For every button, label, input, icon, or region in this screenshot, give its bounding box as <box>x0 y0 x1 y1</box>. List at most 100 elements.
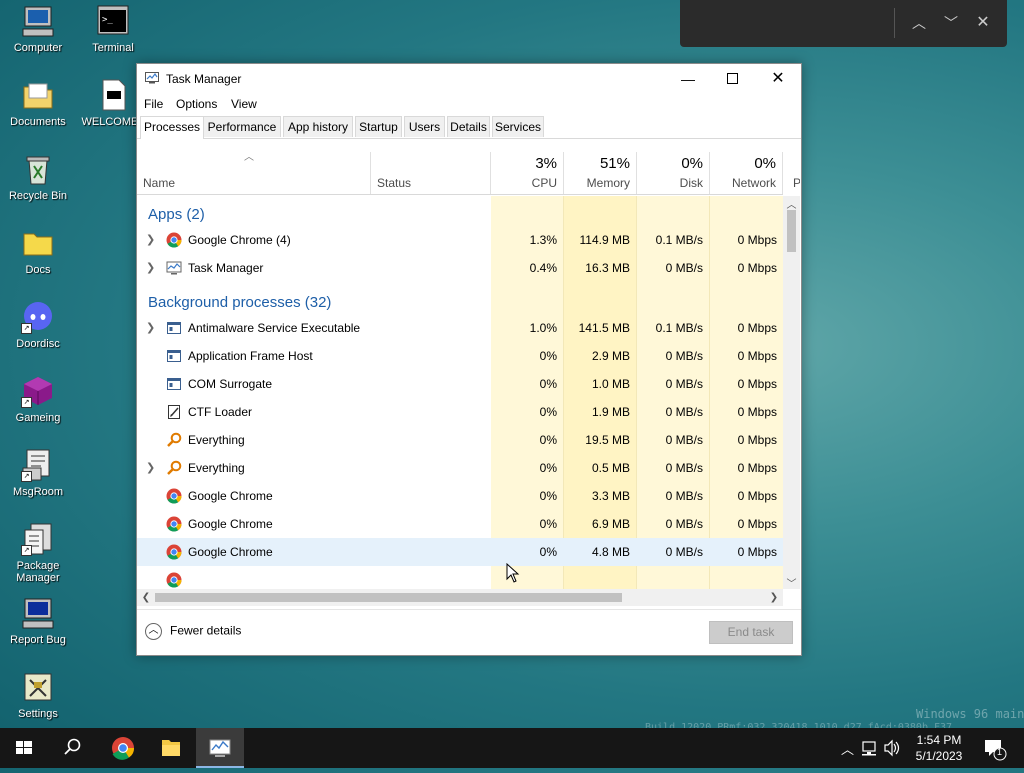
expand-chevron-icon[interactable]: ❯ <box>146 261 155 274</box>
process-row[interactable]: ❯ Everything 0% 0.5 MB 0 MB/s 0 Mbps <box>137 454 783 482</box>
tab-users[interactable]: Users <box>404 116 445 137</box>
process-row[interactable]: ❯ Antimalware Service Executable 1.0% 141.5… <box>137 314 783 342</box>
scroll-left-icon[interactable]: ❮ <box>139 589 153 606</box>
header-divider <box>137 194 783 195</box>
column-label: Name <box>143 176 176 190</box>
process-disk: 0 MB/s <box>665 517 703 531</box>
process-row[interactable]: ❯ Google Chrome (4) 1.3% 114.9 MB 0.1 MB/s 0 … <box>137 226 783 254</box>
taskbar-task-manager[interactable] <box>196 728 244 768</box>
desktop-icon-recycle-bin[interactable]: Recycle Bin <box>2 152 74 202</box>
desktop-icon-doordisc[interactable]: ↗ Doordisc <box>2 300 74 350</box>
expand-chevron-icon[interactable]: ❯ <box>146 321 155 334</box>
taskbar-clock[interactable]: 1:54 PM 5/1/2023 <box>906 732 972 764</box>
horizontal-scroll-thumb[interactable] <box>155 593 622 602</box>
terminal-icon: >_ <box>96 4 130 38</box>
tab-details[interactable]: Details <box>447 116 490 137</box>
process-net: 0 Mbps <box>737 233 777 247</box>
process-mem: 3.3 MB <box>591 489 630 503</box>
vertical-scrollbar[interactable]: ︿ ﹀ <box>783 196 800 590</box>
tab-startup[interactable]: Startup <box>355 116 402 137</box>
scroll-right-icon[interactable]: ❯ <box>767 589 781 606</box>
computer-icon <box>21 4 55 38</box>
taskbar-chrome[interactable] <box>99 728 147 768</box>
chrome-icon <box>166 516 182 532</box>
tab-app-history[interactable]: App history <box>283 116 353 137</box>
desktop-icon-docs[interactable]: Docs <box>2 226 74 276</box>
process-row[interactable]: Application Frame Host 0% 2.9 MB 0 MB/s 0 Mb… <box>137 342 783 370</box>
title-bar[interactable]: Task Manager — ✕ <box>137 64 801 94</box>
desktop-icon-msgroom[interactable]: ↗ MsgRoom <box>2 448 74 498</box>
process-row[interactable]: Google Chrome 0% 6.9 MB 0 MB/s 0 Mbps <box>137 510 783 538</box>
action-center-button[interactable]: 1 <box>980 728 1010 768</box>
process-disk: 0 MB/s <box>665 377 703 391</box>
desktop-icon-package-manager[interactable]: ↗ Package Manager <box>2 522 74 584</box>
process-cpu: 0.4% <box>529 261 557 275</box>
chevron-up-icon[interactable]: ︿ <box>909 13 929 33</box>
process-cpu: 0% <box>539 461 557 475</box>
process-row[interactable]: COM Surrogate 0% 1.0 MB 0 MB/s 0 Mbps <box>137 370 783 398</box>
fewer-details-button[interactable]: ︿ Fewer details <box>145 623 241 640</box>
group-header-apps[interactable]: Apps (2) <box>148 206 205 223</box>
network-icon[interactable] <box>860 728 880 768</box>
expand-chevron-icon[interactable]: ❯ <box>146 233 155 246</box>
process-row[interactable]: Google Chrome 0% 4.8 MB 0 MB/s 0 Mbps <box>137 538 783 566</box>
desktop-icon-gameing[interactable]: ↗ Gameing <box>2 374 74 424</box>
process-row[interactable]: Google Chrome 0% 3.3 MB 0 MB/s 0 Mbps <box>137 482 783 510</box>
tab-performance[interactable]: Performance <box>203 116 281 137</box>
chevron-down-icon[interactable]: ﹀ <box>941 13 961 33</box>
end-task-button[interactable]: End task <box>709 621 793 644</box>
process-net: 0 Mbps <box>737 433 777 447</box>
process-disk: 0 MB/s <box>665 433 703 447</box>
column-header-disk[interactable]: 0% Disk <box>637 152 710 194</box>
close-button[interactable]: ✕ <box>755 64 801 94</box>
desktop-icon-terminal[interactable]: >_ Terminal <box>77 4 149 54</box>
tab-services[interactable]: Services <box>492 116 544 137</box>
desktop-icon-report-bug[interactable]: Report Bug <box>2 596 74 646</box>
process-disk: 0.1 MB/s <box>655 321 703 335</box>
volume-icon[interactable] <box>882 728 902 768</box>
expand-chevron-icon[interactable]: ❯ <box>146 461 155 474</box>
find-bar-divider <box>894 8 895 38</box>
desktop-icon-label: Documents <box>10 116 66 128</box>
process-row-partial[interactable] <box>137 566 783 589</box>
column-header-name[interactable]: ︿ Name <box>137 152 371 194</box>
desktop-icon-documents[interactable]: Documents <box>2 78 74 128</box>
footer: ︿ Fewer details End task <box>137 609 801 656</box>
process-mem: 2.9 MB <box>591 349 630 363</box>
start-button[interactable] <box>0 728 48 768</box>
scroll-down-icon[interactable]: ﹀ <box>783 575 800 590</box>
group-header-background[interactable]: Background processes (32) <box>148 294 331 311</box>
maximize-button[interactable] <box>709 64 755 94</box>
process-row[interactable]: Everything 0% 19.5 MB 0 MB/s 0 Mbps <box>137 426 783 454</box>
process-net: 0 Mbps <box>737 489 777 503</box>
column-label: P <box>793 176 800 190</box>
desktop-icon-computer[interactable]: Computer <box>2 4 74 54</box>
horizontal-scrollbar[interactable]: ❮ ❯ <box>137 589 783 606</box>
tab-processes[interactable]: Processes <box>140 116 204 139</box>
process-row[interactable]: CTF Loader 0% 1.9 MB 0 MB/s 0 Mbps <box>137 398 783 426</box>
task-manager-icon <box>145 72 159 84</box>
scroll-up-icon[interactable]: ︿ <box>783 196 800 211</box>
package-manager-icon: ↗ <box>21 522 55 556</box>
minimize-button[interactable]: — <box>665 64 711 94</box>
process-row[interactable]: ❯ Task Manager 0.4% 16.3 MB 0 MB/s 0 Mbps <box>137 254 783 282</box>
vertical-scroll-thumb[interactable] <box>787 210 796 252</box>
menu-options[interactable]: Options <box>176 97 217 111</box>
column-header-power[interactable]: P <box>783 152 800 194</box>
process-disk: 0.1 MB/s <box>655 233 703 247</box>
desktop-icon-label: Package Manager <box>16 560 60 584</box>
column-header-network[interactable]: 0% Network <box>710 152 783 194</box>
close-icon[interactable]: ✕ <box>973 13 993 33</box>
desktop-icon-label: Settings <box>18 708 58 720</box>
desktop-icon-settings[interactable]: Settings <box>2 670 74 720</box>
menu-file[interactable]: File <box>144 97 163 111</box>
column-header-status[interactable]: Status <box>371 152 491 194</box>
column-header-memory[interactable]: 51% Memory <box>564 152 637 194</box>
column-header-cpu[interactable]: 3% CPU <box>491 152 564 194</box>
search-button[interactable] <box>48 728 96 768</box>
process-net: 0 Mbps <box>737 349 777 363</box>
tray-overflow-icon[interactable]: ︿ <box>838 728 856 768</box>
menu-view[interactable]: View <box>231 97 257 111</box>
shortcut-arrow-icon: ↗ <box>21 397 32 408</box>
taskbar-file-explorer[interactable] <box>147 728 195 768</box>
